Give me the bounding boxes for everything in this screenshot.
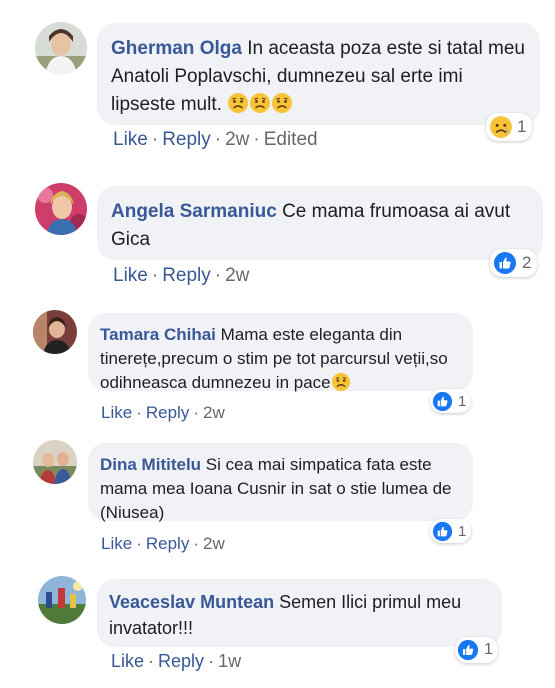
comment-bubble: Angela Sarmaniuc Ce mama frumoasa ai avu… <box>97 186 543 260</box>
like-button[interactable]: Like <box>113 265 148 286</box>
comment-bubble: Dina Mititelu Si cea mai simpatica fata … <box>88 443 473 522</box>
sad-face-emoji <box>331 372 351 399</box>
reaction-number: 1 <box>484 641 493 658</box>
sad-reaction-icon <box>489 115 513 139</box>
avatar-photo-icon <box>33 440 77 484</box>
reply-button[interactable]: Reply <box>162 129 211 150</box>
comment-actions: Like · Reply · 1w <box>111 651 242 671</box>
comment-actions: Like · Reply · 2w <box>101 403 225 422</box>
sad-face-emoji <box>271 92 293 123</box>
sad-face-emoji <box>227 92 249 123</box>
comment-author[interactable]: Tamara Chihai <box>100 325 216 344</box>
comment-timestamp[interactable]: 2w <box>225 129 249 150</box>
avatar[interactable] <box>33 440 77 484</box>
reaction-number: 1 <box>458 392 467 410</box>
reaction-number: 1 <box>458 522 467 540</box>
sad-face-emoji <box>249 92 271 123</box>
comment-actions: Like · Reply · 2w <box>101 534 225 553</box>
comment-author[interactable]: Gherman Olga <box>111 38 242 59</box>
like-button[interactable]: Like <box>101 403 132 422</box>
comment-timestamp[interactable]: 1w <box>218 651 241 671</box>
reaction-count[interactable]: 2 <box>490 249 538 277</box>
avatar-photo-icon <box>35 183 87 235</box>
comment-actions: Like · Reply · 2w · Edited <box>113 129 318 150</box>
comment-author[interactable]: Angela Sarmaniuc <box>111 201 277 222</box>
reaction-count[interactable]: 1 <box>430 519 472 543</box>
like-button[interactable]: Like <box>113 129 148 150</box>
comment-timestamp[interactable]: 2w <box>203 403 225 422</box>
comment-author[interactable]: Veaceslav Muntean <box>109 592 274 612</box>
avatar[interactable] <box>33 310 77 354</box>
reply-button[interactable]: Reply <box>162 265 211 286</box>
like-button[interactable]: Like <box>111 651 144 671</box>
comment-actions: Like · Reply · 2w <box>113 265 250 286</box>
reaction-count[interactable]: 1 <box>430 389 472 413</box>
like-reaction-icon <box>457 639 479 661</box>
reaction-number: 2 <box>522 253 532 272</box>
like-reaction-icon <box>432 521 453 542</box>
comment-author[interactable]: Dina Mititelu <box>100 455 201 474</box>
avatar-photo-icon <box>33 310 77 354</box>
reaction-count[interactable]: 1 <box>455 637 498 663</box>
avatar-photo-icon <box>38 576 86 624</box>
avatar[interactable] <box>35 22 87 74</box>
comment-bubble: Gherman Olga In aceasta poza este si tat… <box>97 23 540 125</box>
avatar[interactable] <box>35 183 87 235</box>
reaction-count[interactable]: 1 <box>486 113 533 141</box>
comment-bubble: Tamara Chihai Mama este eleganta din tin… <box>88 313 473 392</box>
reaction-number: 1 <box>517 117 527 136</box>
avatar-photo-icon <box>35 22 87 74</box>
comment-timestamp[interactable]: 2w <box>225 265 249 286</box>
reply-button[interactable]: Reply <box>158 651 204 671</box>
avatar[interactable] <box>38 576 86 624</box>
like-reaction-icon <box>432 391 453 412</box>
like-button[interactable]: Like <box>101 534 132 553</box>
edited-label[interactable]: Edited <box>264 129 318 150</box>
like-reaction-icon <box>493 251 517 275</box>
comment-timestamp[interactable]: 2w <box>203 534 225 553</box>
reply-button[interactable]: Reply <box>146 534 189 553</box>
reply-button[interactable]: Reply <box>146 403 189 422</box>
comment-bubble: Veaceslav Muntean Semen Ilici primul meu… <box>97 579 502 647</box>
